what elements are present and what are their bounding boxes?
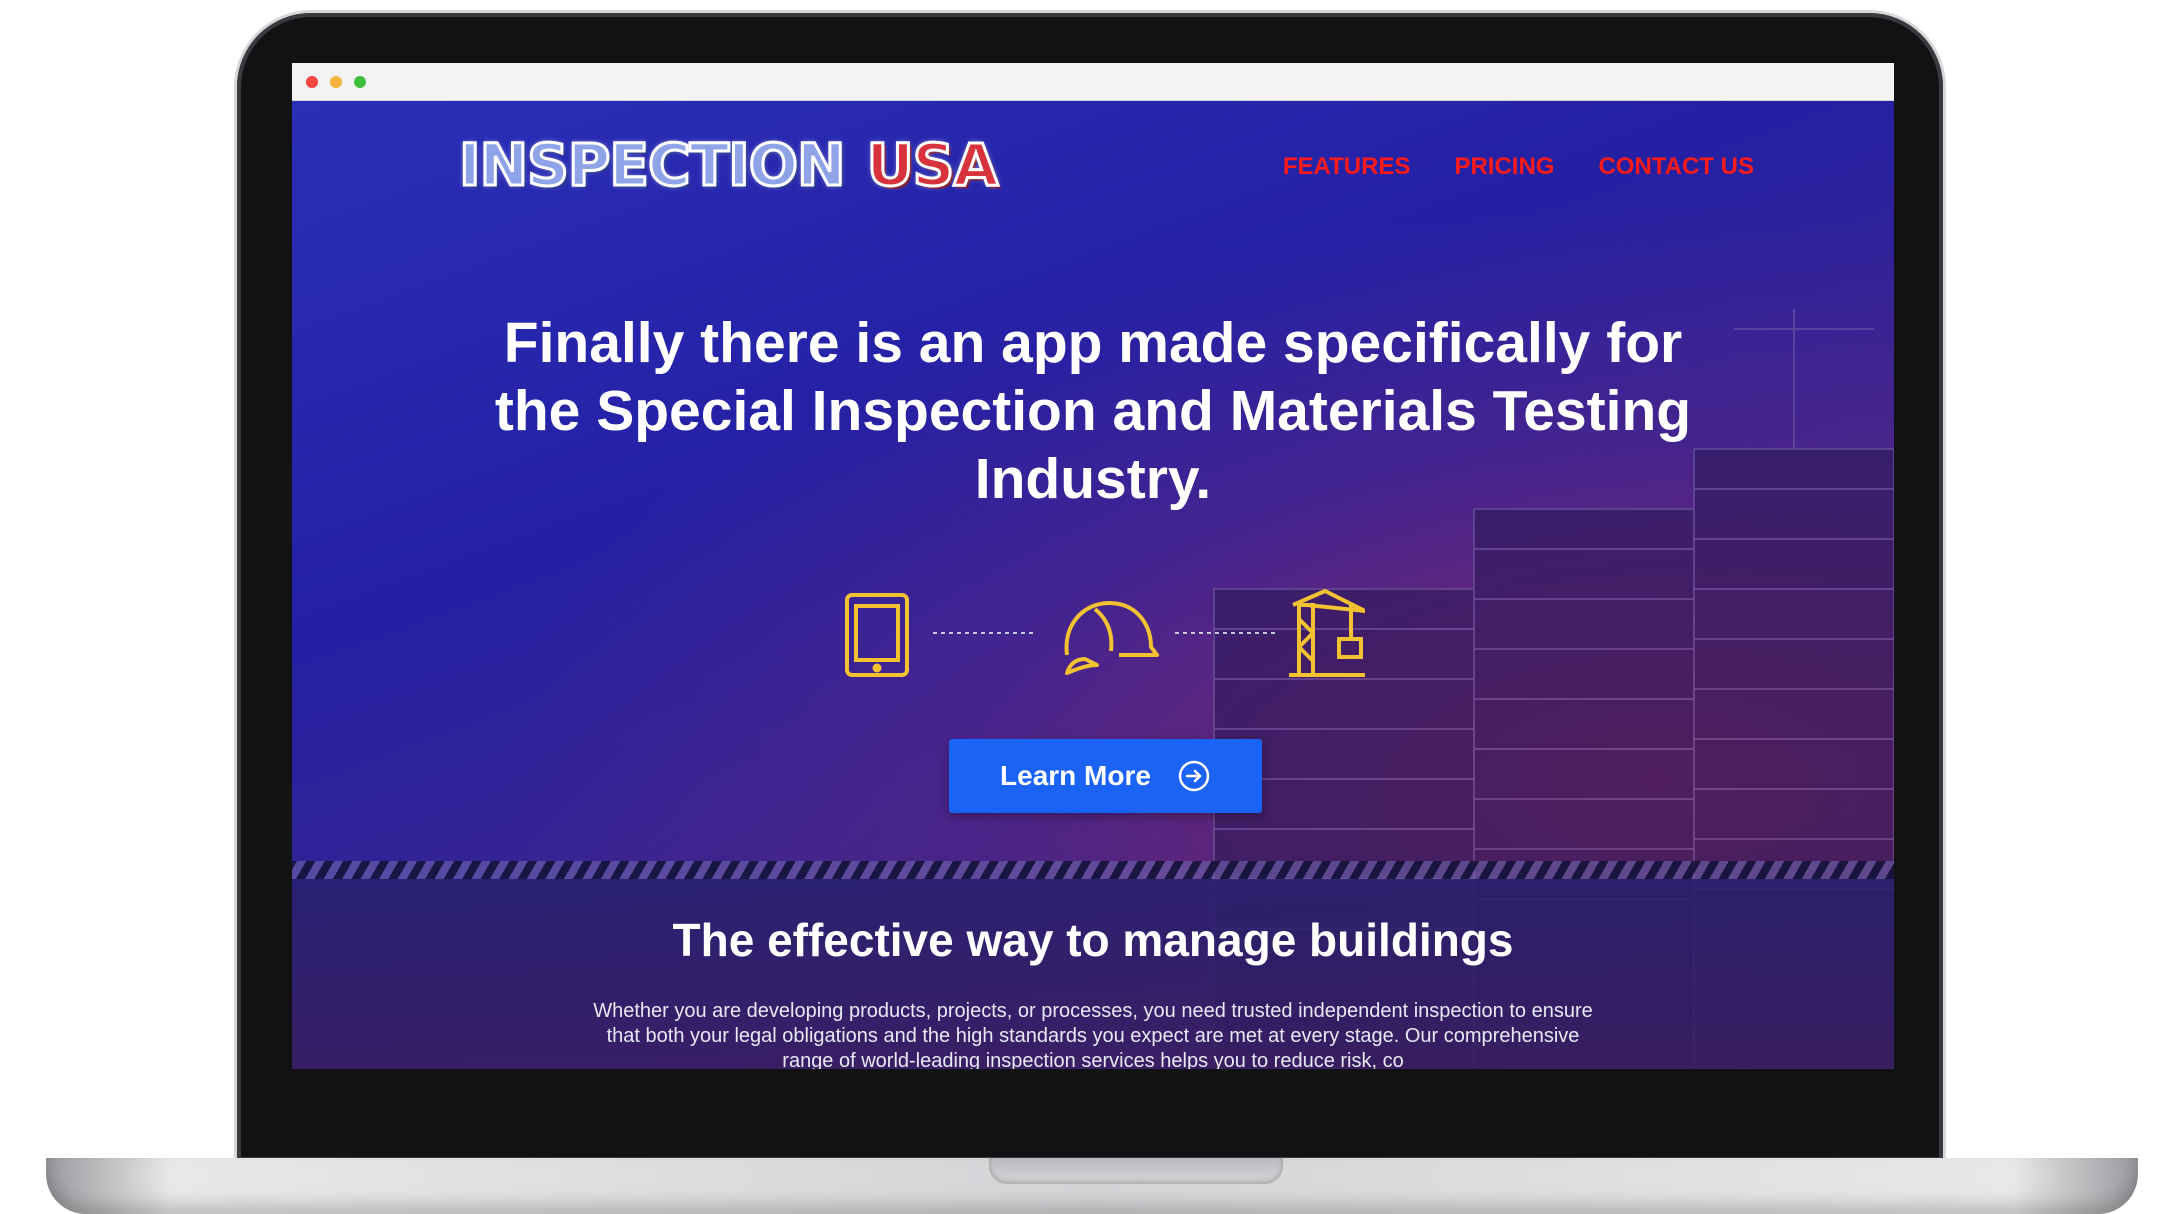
logo-text-inspection: INSPECTION — [458, 130, 848, 201]
nav-link-pricing[interactable]: PRICING — [1454, 153, 1554, 181]
learn-more-button[interactable]: Learn More — [949, 739, 1262, 813]
hero-title: Finally there is an app made specificall… — [494, 311, 1692, 511]
main-navigation: FEATURES PRICING CONTACT US — [1283, 153, 1754, 181]
section-title: The effective way to manage buildings — [672, 914, 1514, 966]
laptop-hinge-notch — [989, 1158, 1283, 1184]
laptop-lid: INSPECTION USA FEATURES PRICING CONTACT U… — [237, 13, 1943, 1161]
browser-toolbar — [292, 63, 1894, 101]
section-body-text: Whether you are developing products, pro… — [593, 1000, 1593, 1069]
crane-icon — [1289, 589, 1365, 677]
minimize-window-button[interactable] — [330, 76, 342, 88]
nav-link-features[interactable]: FEATURES — [1283, 153, 1411, 181]
laptop-screen: INSPECTION USA FEATURES PRICING CONTACT U… — [292, 63, 1894, 1069]
website-viewport: INSPECTION USA FEATURES PRICING CONTACT U… — [292, 101, 1894, 1069]
hazard-stripe-divider — [292, 861, 1894, 879]
feature-icon-row — [845, 589, 1365, 677]
inspection-usa-logo[interactable]: INSPECTION USA — [458, 130, 1000, 201]
learn-more-label: Learn More — [1000, 760, 1151, 791]
zoom-window-button[interactable] — [354, 76, 366, 88]
nav-link-contact-us[interactable]: CONTACT US — [1598, 153, 1754, 181]
logo-text-usa: USA — [865, 130, 1000, 201]
hard-hat-icon — [1064, 601, 1159, 675]
tablet-icon — [845, 593, 909, 677]
laptop-base — [46, 1158, 2138, 1214]
close-window-button[interactable] — [306, 76, 318, 88]
arrow-circle-right-icon — [1178, 760, 1210, 792]
